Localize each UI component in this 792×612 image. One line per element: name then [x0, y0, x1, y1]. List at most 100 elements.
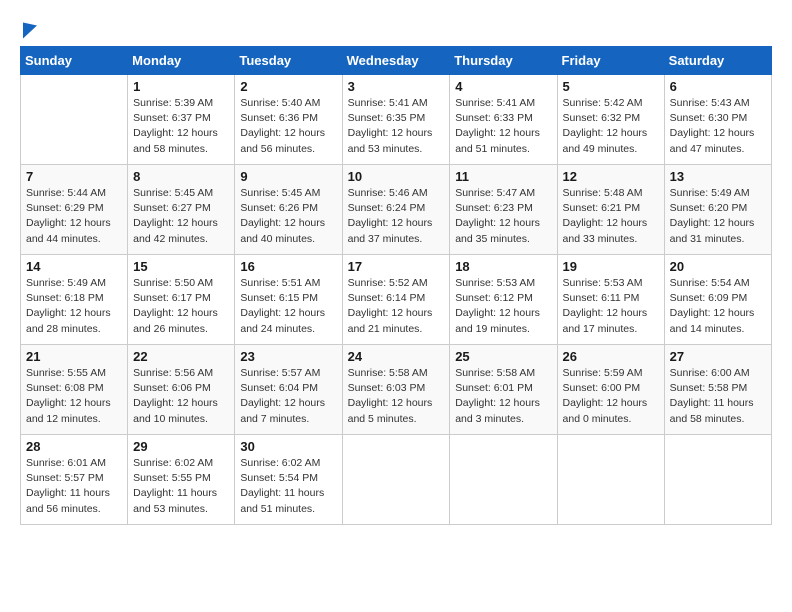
day-info: Sunrise: 5:40 AMSunset: 6:36 PMDaylight:…	[240, 96, 336, 157]
calendar-cell: 29Sunrise: 6:02 AMSunset: 5:55 PMDayligh…	[128, 435, 235, 525]
day-info: Sunrise: 5:59 AMSunset: 6:00 PMDaylight:…	[563, 366, 659, 427]
calendar-cell: 7 Sunrise: 5:44 AMSunset: 6:29 PMDaylight…	[21, 165, 128, 255]
day-info: Sunrise: 5:42 AMSunset: 6:32 PMDaylight:…	[563, 96, 659, 157]
calendar-cell: 22 Sunrise: 5:56 AMSunset: 6:06 PMDayligh…	[128, 345, 235, 435]
header	[20, 20, 772, 36]
day-info: Sunrise: 5:47 AMSunset: 6:23 PMDaylight:…	[455, 186, 551, 247]
calendar-cell: 24 Sunrise: 5:58 AMSunset: 6:03 PMDayligh…	[342, 345, 450, 435]
calendar-cell: 1 Sunrise: 5:39 AMSunset: 6:37 PMDaylight…	[128, 75, 235, 165]
day-info: Sunrise: 5:56 AMSunset: 6:06 PMDaylight:…	[133, 366, 229, 427]
day-number: 24	[348, 349, 445, 364]
day-info: Sunrise: 5:48 AMSunset: 6:21 PMDaylight:…	[563, 186, 659, 247]
calendar-table: SundayMondayTuesdayWednesdayThursdayFrid…	[20, 46, 772, 525]
day-number: 4	[455, 79, 551, 94]
day-number: 9	[240, 169, 336, 184]
day-number: 2	[240, 79, 336, 94]
day-number: 16	[240, 259, 336, 274]
calendar-cell: 18 Sunrise: 5:53 AMSunset: 6:12 PMDayligh…	[450, 255, 557, 345]
week-row-4: 21Sunrise: 5:55 AMSunset: 6:08 PMDayligh…	[21, 345, 772, 435]
day-number: 5	[563, 79, 659, 94]
calendar-cell: 13 Sunrise: 5:49 AMSunset: 6:20 PMDayligh…	[664, 165, 771, 255]
weekday-header-wednesday: Wednesday	[342, 47, 450, 75]
day-number: 6	[670, 79, 766, 94]
day-number: 15	[133, 259, 229, 274]
calendar-cell: 10 Sunrise: 5:46 AMSunset: 6:24 PMDayligh…	[342, 165, 450, 255]
day-number: 22	[133, 349, 229, 364]
weekday-header-row: SundayMondayTuesdayWednesdayThursdayFrid…	[21, 47, 772, 75]
week-row-3: 14Sunrise: 5:49 AMSunset: 6:18 PMDayligh…	[21, 255, 772, 345]
day-number: 18	[455, 259, 551, 274]
day-info: Sunrise: 5:52 AMSunset: 6:14 PMDaylight:…	[348, 276, 445, 337]
calendar-cell: 12 Sunrise: 5:48 AMSunset: 6:21 PMDayligh…	[557, 165, 664, 255]
day-number: 17	[348, 259, 445, 274]
day-info: Sunrise: 5:41 AMSunset: 6:33 PMDaylight:…	[455, 96, 551, 157]
day-number: 11	[455, 169, 551, 184]
calendar-cell: 9 Sunrise: 5:45 AMSunset: 6:26 PMDaylight…	[235, 165, 342, 255]
weekday-header-friday: Friday	[557, 47, 664, 75]
day-info: Sunrise: 5:57 AMSunset: 6:04 PMDaylight:…	[240, 366, 336, 427]
calendar-cell	[557, 435, 664, 525]
day-number: 10	[348, 169, 445, 184]
day-number: 25	[455, 349, 551, 364]
day-number: 12	[563, 169, 659, 184]
day-info: Sunrise: 6:01 AMSunset: 5:57 PMDaylight:…	[26, 456, 122, 517]
day-info: Sunrise: 6:02 AMSunset: 5:55 PMDaylight:…	[133, 456, 229, 517]
day-info: Sunrise: 5:53 AMSunset: 6:11 PMDaylight:…	[563, 276, 659, 337]
day-info: Sunrise: 5:45 AMSunset: 6:27 PMDaylight:…	[133, 186, 229, 247]
calendar-cell: 3Sunrise: 5:41 AMSunset: 6:35 PMDaylight…	[342, 75, 450, 165]
day-info: Sunrise: 5:45 AMSunset: 6:26 PMDaylight:…	[240, 186, 336, 247]
week-row-2: 7 Sunrise: 5:44 AMSunset: 6:29 PMDaylight…	[21, 165, 772, 255]
calendar-cell: 15 Sunrise: 5:50 AMSunset: 6:17 PMDayligh…	[128, 255, 235, 345]
calendar-cell: 27 Sunrise: 6:00 AMSunset: 5:58 PMDayligh…	[664, 345, 771, 435]
calendar-cell: 5 Sunrise: 5:42 AMSunset: 6:32 PMDaylight…	[557, 75, 664, 165]
day-info: Sunrise: 5:41 AMSunset: 6:35 PMDaylight:…	[348, 96, 445, 157]
day-number: 27	[670, 349, 766, 364]
day-info: Sunrise: 5:46 AMSunset: 6:24 PMDaylight:…	[348, 186, 445, 247]
calendar-cell: 25 Sunrise: 5:58 AMSunset: 6:01 PMDayligh…	[450, 345, 557, 435]
day-number: 26	[563, 349, 659, 364]
calendar-cell: 4 Sunrise: 5:41 AMSunset: 6:33 PMDaylight…	[450, 75, 557, 165]
calendar-cell	[342, 435, 450, 525]
day-number: 20	[670, 259, 766, 274]
day-number: 1	[133, 79, 229, 94]
day-info: Sunrise: 5:55 AMSunset: 6:08 PMDaylight:…	[26, 366, 122, 427]
day-info: Sunrise: 5:43 AMSunset: 6:30 PMDaylight:…	[670, 96, 766, 157]
day-number: 28	[26, 439, 122, 454]
day-number: 13	[670, 169, 766, 184]
calendar-cell: 30 Sunrise: 6:02 AMSunset: 5:54 PMDayligh…	[235, 435, 342, 525]
week-row-1: 1 Sunrise: 5:39 AMSunset: 6:37 PMDaylight…	[21, 75, 772, 165]
weekday-header-tuesday: Tuesday	[235, 47, 342, 75]
calendar-cell: 17 Sunrise: 5:52 AMSunset: 6:14 PMDayligh…	[342, 255, 450, 345]
day-info: Sunrise: 5:58 AMSunset: 6:01 PMDaylight:…	[455, 366, 551, 427]
weekday-header-monday: Monday	[128, 47, 235, 75]
day-info: Sunrise: 5:39 AMSunset: 6:37 PMDaylight:…	[133, 96, 229, 157]
calendar-cell: 26 Sunrise: 5:59 AMSunset: 6:00 PMDayligh…	[557, 345, 664, 435]
day-info: Sunrise: 5:58 AMSunset: 6:03 PMDaylight:…	[348, 366, 445, 427]
day-info: Sunrise: 5:44 AMSunset: 6:29 PMDaylight:…	[26, 186, 122, 247]
weekday-header-thursday: Thursday	[450, 47, 557, 75]
day-number: 19	[563, 259, 659, 274]
day-info: Sunrise: 5:53 AMSunset: 6:12 PMDaylight:…	[455, 276, 551, 337]
calendar-cell: 16Sunrise: 5:51 AMSunset: 6:15 PMDayligh…	[235, 255, 342, 345]
day-info: Sunrise: 5:54 AMSunset: 6:09 PMDaylight:…	[670, 276, 766, 337]
calendar-cell	[664, 435, 771, 525]
calendar-cell: 11 Sunrise: 5:47 AMSunset: 6:23 PMDayligh…	[450, 165, 557, 255]
week-row-5: 28 Sunrise: 6:01 AMSunset: 5:57 PMDayligh…	[21, 435, 772, 525]
calendar-cell: 6 Sunrise: 5:43 AMSunset: 6:30 PMDaylight…	[664, 75, 771, 165]
day-info: Sunrise: 6:02 AMSunset: 5:54 PMDaylight:…	[240, 456, 336, 517]
weekday-header-sunday: Sunday	[21, 47, 128, 75]
day-number: 7	[26, 169, 122, 184]
logo	[20, 20, 37, 36]
day-number: 30	[240, 439, 336, 454]
calendar-cell	[450, 435, 557, 525]
calendar-cell: 21Sunrise: 5:55 AMSunset: 6:08 PMDayligh…	[21, 345, 128, 435]
logo-arrow-icon	[23, 17, 37, 38]
calendar-cell: 14Sunrise: 5:49 AMSunset: 6:18 PMDayligh…	[21, 255, 128, 345]
day-number: 14	[26, 259, 122, 274]
day-info: Sunrise: 5:50 AMSunset: 6:17 PMDaylight:…	[133, 276, 229, 337]
calendar-cell: 23 Sunrise: 5:57 AMSunset: 6:04 PMDayligh…	[235, 345, 342, 435]
day-info: Sunrise: 6:00 AMSunset: 5:58 PMDaylight:…	[670, 366, 766, 427]
day-number: 23	[240, 349, 336, 364]
calendar-cell	[21, 75, 128, 165]
day-info: Sunrise: 5:49 AMSunset: 6:20 PMDaylight:…	[670, 186, 766, 247]
